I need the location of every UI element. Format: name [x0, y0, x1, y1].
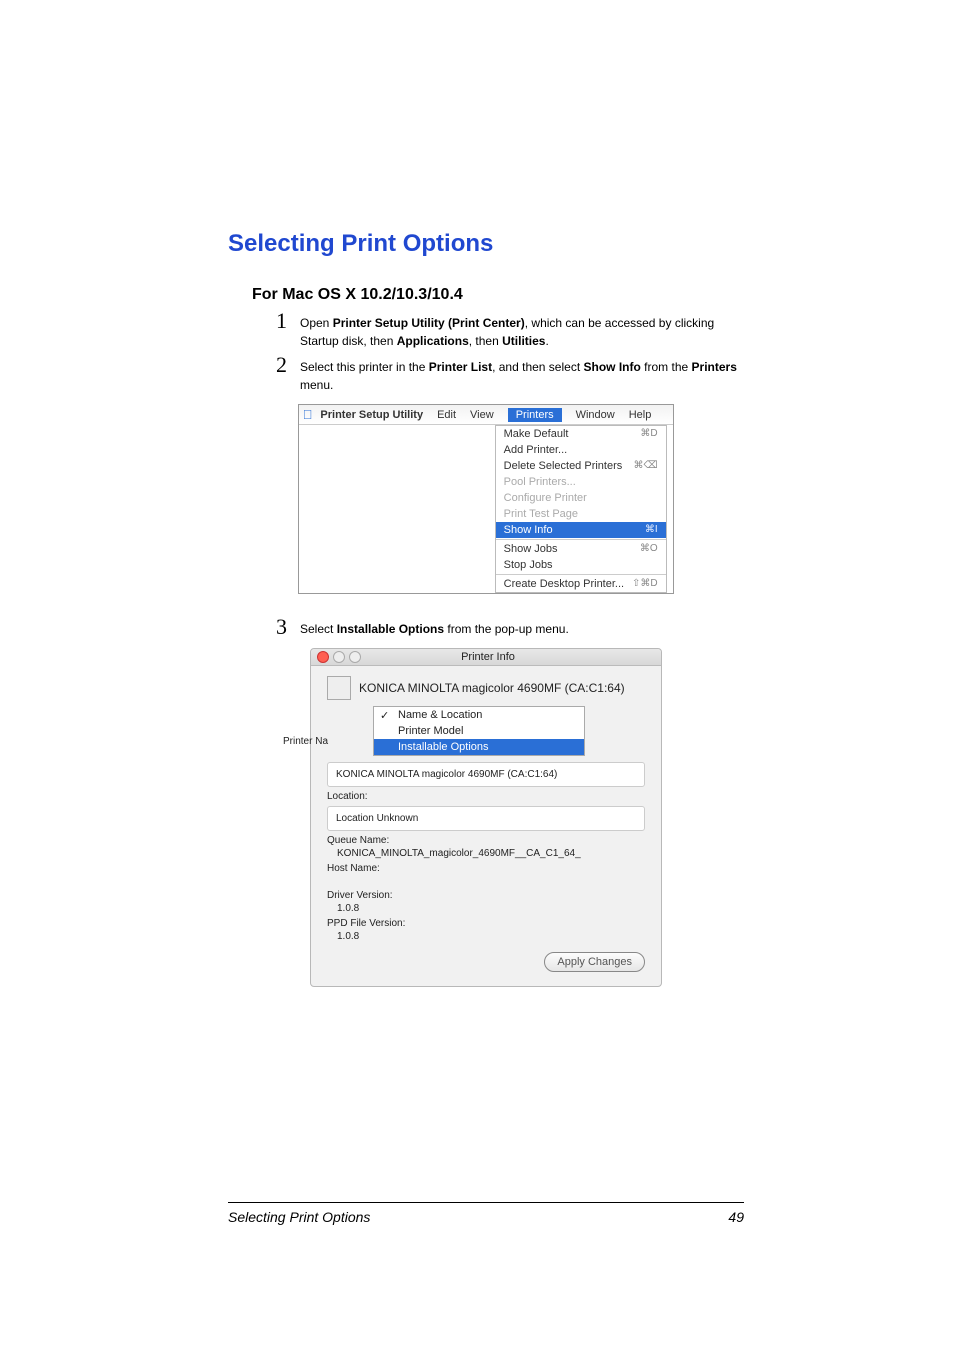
titlebar: Printer Info	[311, 649, 661, 666]
step-3: 3 Select Installable Options from the po…	[276, 620, 744, 638]
close-icon	[317, 651, 329, 663]
menu-item-print-test-page: Print Test Page	[496, 506, 666, 522]
queue-name-label: Queue Name:	[327, 835, 645, 846]
traffic-lights	[317, 651, 361, 663]
options-popup: ✓Name & Location Printer Model Installab…	[373, 706, 585, 756]
menu-item-stop-jobs: Stop Jobs	[496, 557, 666, 573]
apple-icon: 	[303, 407, 313, 422]
step-3-number: 3	[276, 614, 287, 640]
step-1: 1 Open Printer Setup Utility (Print Cent…	[276, 314, 744, 350]
printer-name-field: KONICA MINOLTA magicolor 4690MF (CA:C1:6…	[327, 762, 645, 787]
location-field: Location Unknown	[327, 806, 645, 831]
menu-printers: Printers	[508, 408, 562, 422]
minimize-icon	[333, 651, 345, 663]
page-footer: Selecting Print Options 49	[228, 1202, 744, 1225]
ppd-version-label: PPD File Version:	[327, 918, 645, 929]
menu-window: Window	[576, 409, 615, 421]
printers-dropdown: Make Default⌘D Add Printer... Delete Sel…	[495, 425, 667, 593]
menu-item-delete-selected: Delete Selected Printers⌘⌫	[496, 458, 666, 474]
menu-item-configure-printer: Configure Printer	[496, 490, 666, 506]
menu-edit: Edit	[437, 409, 456, 421]
figure-printers-menu:  Printer Setup Utility Edit View Printe…	[228, 404, 744, 594]
apply-changes-button: Apply Changes	[544, 952, 645, 972]
side-label-printer-na: Printer Na	[283, 736, 328, 747]
menubar:  Printer Setup Utility Edit View Printe…	[299, 405, 674, 425]
popup-installable-options: Installable Options	[374, 739, 584, 755]
menu-item-make-default: Make Default⌘D	[496, 426, 666, 442]
blank-area	[299, 425, 495, 581]
window-title: Printer Info	[361, 651, 615, 663]
location-label: Location:	[327, 791, 645, 802]
menu-item-pool-printers: Pool Printers...	[496, 474, 666, 490]
footer-title: Selecting Print Options	[228, 1209, 370, 1225]
step-1-number: 1	[276, 308, 287, 334]
subheading-mac-os-x: For Mac OS X 10.2/10.3/10.4	[252, 286, 744, 304]
menu-item-add-printer: Add Printer...	[496, 442, 666, 458]
menu-item-show-jobs: Show Jobs⌘O	[496, 541, 666, 557]
printer-icon	[327, 676, 351, 700]
popup-printer-model: Printer Model	[374, 723, 584, 739]
ppd-version-value: 1.0.8	[337, 931, 645, 942]
queue-name-value: KONICA_MINOLTA_magicolor_4690MF__CA_C1_6…	[337, 848, 645, 859]
page-number: 49	[728, 1209, 744, 1225]
step-2: 2 Select this printer in the Printer Lis…	[276, 358, 744, 394]
host-name-label: Host Name:	[327, 863, 645, 874]
step-2-number: 2	[276, 352, 287, 378]
step-2-text: Select this printer in the Printer List,…	[300, 360, 737, 392]
driver-version-label: Driver Version:	[327, 890, 645, 901]
menu-view: View	[470, 409, 494, 421]
figure-printer-info: Printer Info KONICA MINOLTA magicolor 46…	[228, 648, 744, 987]
app-title: Printer Setup Utility	[320, 409, 423, 421]
heading-selecting-print-options: Selecting Print Options	[228, 230, 744, 258]
printer-name: KONICA MINOLTA magicolor 4690MF (CA:C1:6…	[359, 681, 625, 695]
driver-version-value: 1.0.8	[337, 903, 645, 914]
step-3-text: Select Installable Options from the pop-…	[300, 622, 569, 636]
menu-item-show-info: Show Info⌘I	[496, 522, 666, 538]
zoom-icon	[349, 651, 361, 663]
step-1-text: Open Printer Setup Utility (Print Center…	[300, 316, 714, 348]
menu-item-create-desktop-printer: Create Desktop Printer...⇧⌘D	[496, 576, 666, 592]
popup-name-location: ✓Name & Location	[374, 707, 584, 723]
menu-help: Help	[629, 409, 652, 421]
